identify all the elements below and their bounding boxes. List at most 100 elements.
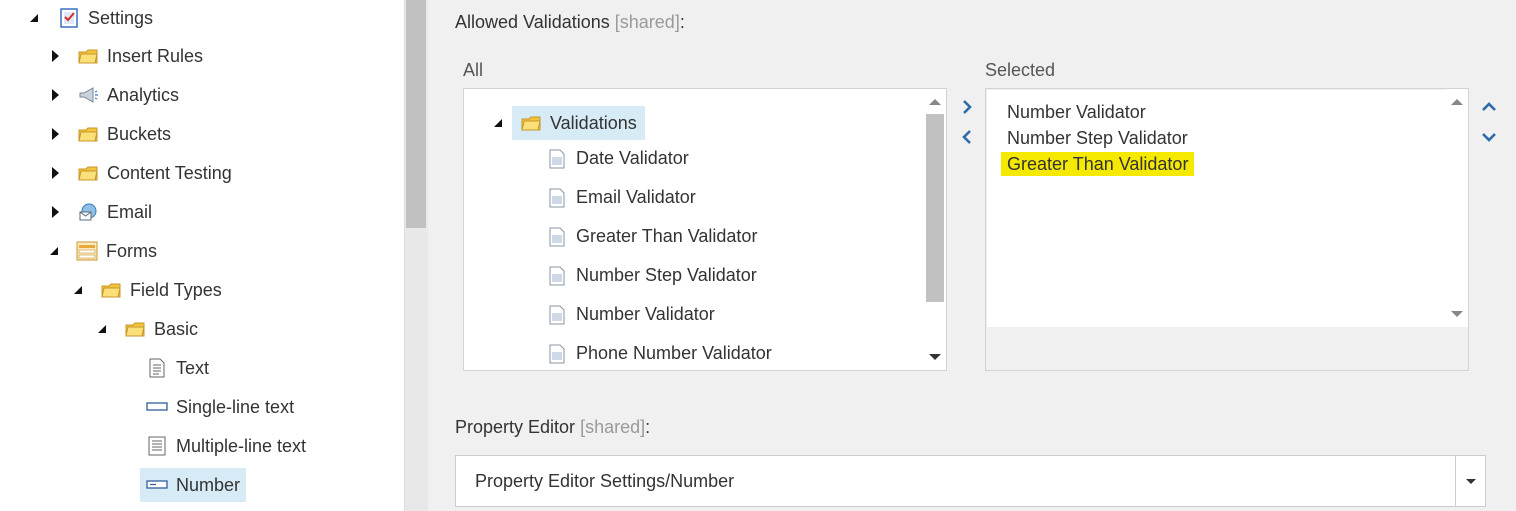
all-list-scroll-thumb[interactable] [926,114,944,302]
all-list-item-label: Phone Number Validator [576,343,772,363]
tree-item-label: Insert Rules [107,45,204,66]
tree-item-label: Email [107,201,153,222]
scroll-up-icon[interactable] [929,99,941,105]
tree-item-label: Multiple-line text [176,435,307,456]
tree-item-forms[interactable]: Forms [50,235,163,267]
tree-item-buckets[interactable]: Buckets [52,118,177,150]
collapse-arrow-icon[interactable] [30,14,38,22]
scroll-down-icon[interactable] [929,354,941,360]
content-tree: Settings Insert Rules Analytics Buckets … [0,0,404,511]
multi-line-icon [148,436,166,456]
expand-arrow-icon[interactable] [52,89,59,101]
all-list-item[interactable]: Phone Number Validator [546,343,772,364]
number-field-icon [146,480,168,489]
tree-item-label: Single-line text [176,396,295,417]
all-list-item[interactable]: Greater Than Validator [546,226,757,247]
single-line-icon [146,402,168,411]
allowed-validations-title: Allowed Validations [shared]: [455,12,685,33]
tree-item-settings[interactable]: Settings [30,2,159,34]
move-up-chevron-icon[interactable] [1480,98,1498,116]
form-icon [76,241,98,261]
all-list-item[interactable]: Date Validator [546,148,689,169]
all-list-item-label: Number Step Validator [576,265,757,285]
tree-item-label: Number [176,474,241,495]
validations-root-label: Validations [550,112,637,133]
document-icon [549,188,565,207]
validations-root-node[interactable]: Validations [494,106,645,140]
checklist-icon [60,8,78,28]
tree-item-label: Buckets [107,123,172,144]
chevron-down-icon [1465,478,1476,484]
tree-item-field-types[interactable]: Field Types [74,274,228,306]
collapse-arrow-icon[interactable] [50,247,58,255]
folder-icon [78,166,98,181]
all-list-item-label: Greater Than Validator [576,226,758,246]
folder-icon [101,283,121,298]
document-icon [549,344,565,363]
document-icon [549,305,565,324]
property-editor-label: Property Editor [455,417,576,437]
document-icon [549,149,565,168]
field-editor-panel: Allowed Validations [shared]: All Select… [430,0,1516,511]
tree-item-analytics[interactable]: Analytics [52,79,185,111]
all-list-item-label: Date Validator [576,148,689,168]
folder-icon [521,116,541,131]
selected-list-item[interactable]: Number Step Validator [1001,126,1194,150]
selected-validations-listbox[interactable]: Number Validator Number Step Validator G… [985,88,1469,371]
selected-list-scrollbar[interactable] [1446,89,1468,327]
document-icon [549,266,565,285]
tree-item-insert-rules[interactable]: Insert Rules [52,40,209,72]
all-list-item[interactable]: Number Step Validator [546,265,757,286]
all-column-label: All [463,60,484,80]
selected-column-label: Selected [985,60,1056,80]
all-list-item[interactable]: Number Validator [546,304,715,325]
tree-item-label: Analytics [107,84,180,105]
property-editor-select[interactable]: Property Editor Settings/Number [455,455,1486,507]
collapse-arrow-icon[interactable] [98,325,106,333]
expand-arrow-icon[interactable] [52,50,59,62]
tree-item-content-testing[interactable]: Content Testing [52,157,238,189]
selected-list-item[interactable]: Number Validator [1001,100,1152,124]
scroll-up-icon[interactable] [1451,99,1463,105]
tree-item-label: Content Testing [107,162,232,183]
property-editor-value: Property Editor Settings/Number [475,470,735,491]
shared-tag: [shared] [580,417,646,437]
add-validation-chevron-right-icon[interactable] [958,98,976,116]
email-globe-icon [79,203,97,221]
tree-item-text[interactable]: Text [140,352,215,384]
tree-item-label: Basic [154,318,199,339]
scroll-down-icon[interactable] [1451,311,1463,317]
shared-tag: [shared] [614,12,680,32]
remove-validation-chevron-left-icon[interactable] [958,128,976,146]
collapse-arrow-icon[interactable] [74,286,82,294]
property-editor-title: Property Editor [shared]: [455,417,650,438]
tree-scrollbar-thumb[interactable] [406,0,426,228]
document-icon [549,227,565,246]
all-validations-listbox[interactable]: Validations Date Validator Email Validat… [463,88,947,371]
text-doc-icon [149,358,165,378]
tree-item-multiple-line-text[interactable]: Multiple-line text [140,430,312,462]
tree-item-single-line-text[interactable]: Single-line text [140,391,300,423]
collapse-arrow-icon[interactable] [494,119,502,127]
label-colon: : [679,12,685,32]
all-list-item[interactable]: Email Validator [546,187,696,208]
move-down-chevron-icon[interactable] [1480,128,1498,146]
tree-item-email[interactable]: Email [52,196,158,228]
tree-item-label: Forms [106,240,157,261]
tree-item-label: Text [176,357,210,378]
expand-arrow-icon[interactable] [52,206,59,218]
tree-item-label: Settings [88,7,154,28]
megaphone-icon [79,87,98,103]
expand-arrow-icon[interactable] [52,167,59,179]
tree-item-basic[interactable]: Basic [98,313,204,345]
folder-icon [78,49,98,64]
tree-item-label: Field Types [130,279,222,300]
allowed-validations-label: Allowed Validations [455,12,610,32]
expand-arrow-icon[interactable] [52,128,59,140]
selected-list-item-highlighted[interactable]: Greater Than Validator [1001,152,1195,176]
folder-icon [78,127,98,142]
tree-item-number[interactable]: Number [140,468,247,502]
all-list-scrollbar[interactable] [924,89,946,370]
dropdown-button[interactable] [1455,456,1485,506]
label-colon: : [645,417,651,437]
